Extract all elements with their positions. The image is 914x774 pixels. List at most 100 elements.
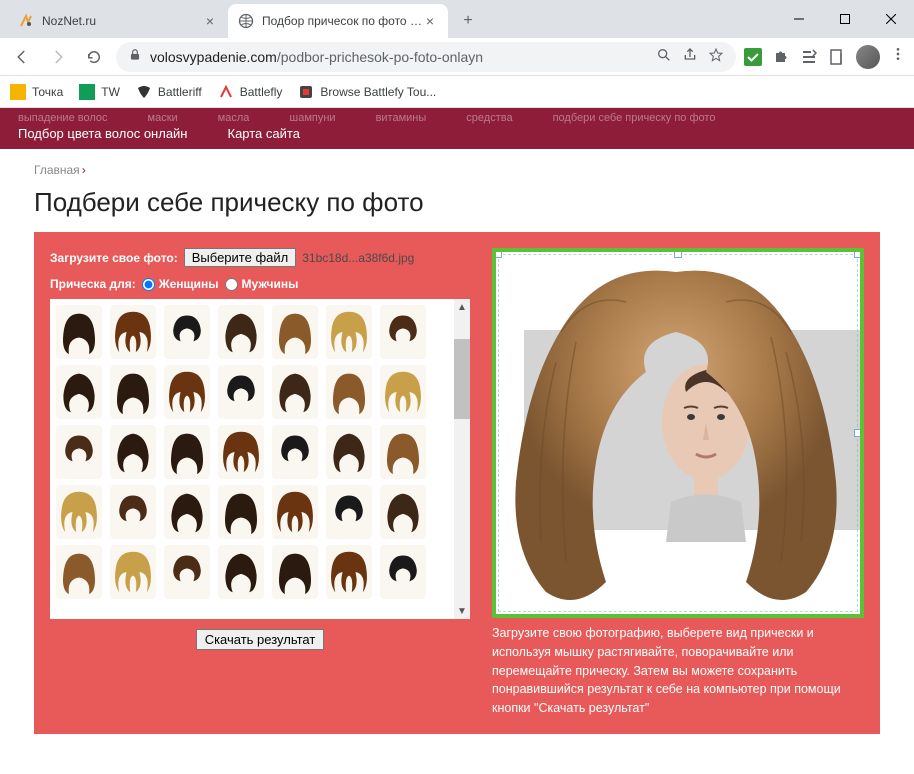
- hairstyle-thumb[interactable]: [110, 485, 156, 539]
- bookmark-item[interactable]: Battlefly: [218, 84, 283, 100]
- close-icon[interactable]: ×: [422, 13, 438, 29]
- nav-link[interactable]: подбери себе прическу по фото: [553, 112, 716, 124]
- hairstyle-thumb[interactable]: [164, 305, 210, 359]
- menu-icon[interactable]: [890, 46, 906, 67]
- close-window-button[interactable]: [868, 0, 914, 38]
- nav-link[interactable]: Подбор цвета волос онлайн: [18, 126, 188, 141]
- gender-male-radio[interactable]: [225, 278, 238, 291]
- share-icon[interactable]: [682, 47, 698, 66]
- upload-label: Загрузите свое фото:: [50, 251, 178, 265]
- hairstyle-thumb[interactable]: [326, 425, 372, 479]
- extension-check-icon[interactable]: [744, 48, 762, 66]
- back-button[interactable]: [8, 43, 36, 71]
- page-content: выпадение волос маски масла шампуни вита…: [0, 108, 914, 774]
- scrollbar-thumb[interactable]: [454, 339, 470, 419]
- extension-note-icon[interactable]: [828, 48, 846, 66]
- nav-link[interactable]: витамины: [376, 112, 427, 124]
- hairstyle-thumb[interactable]: [272, 365, 318, 419]
- star-icon[interactable]: [708, 47, 724, 66]
- hairstyle-thumb[interactable]: [110, 545, 156, 599]
- bookmark-label: Battlefly: [240, 85, 283, 99]
- resize-handle[interactable]: [494, 250, 502, 258]
- hairstyle-thumb[interactable]: [56, 545, 102, 599]
- favicon-globe: [238, 13, 254, 29]
- hairstyle-thumb[interactable]: [218, 545, 264, 599]
- hairstyle-thumb[interactable]: [272, 305, 318, 359]
- upload-row: Загрузите свое фото: Выберите файл 31bc1…: [50, 248, 470, 267]
- resize-handle[interactable]: [854, 429, 862, 437]
- close-icon[interactable]: ×: [202, 13, 218, 29]
- hairstyle-thumb[interactable]: [164, 425, 210, 479]
- choose-file-button[interactable]: Выберите файл: [184, 248, 296, 267]
- hairstyle-thumb[interactable]: [110, 305, 156, 359]
- extension-list-icon[interactable]: [800, 48, 818, 66]
- hairstyle-thumb[interactable]: [56, 425, 102, 479]
- maximize-button[interactable]: [822, 0, 868, 38]
- hairstyle-thumb[interactable]: [326, 485, 372, 539]
- nav-link[interactable]: выпадение волос: [18, 112, 108, 124]
- reload-button[interactable]: [80, 43, 108, 71]
- extension-puzzle-icon[interactable]: [772, 48, 790, 66]
- nav-link[interactable]: Карта сайта: [228, 126, 300, 141]
- hairstyle-thumb[interactable]: [326, 305, 372, 359]
- new-tab-button[interactable]: +: [454, 7, 482, 35]
- hairstyle-thumb[interactable]: [272, 425, 318, 479]
- hairstyle-thumb[interactable]: [218, 305, 264, 359]
- bookmark-item[interactable]: TW: [79, 84, 120, 100]
- nav-link[interactable]: масла: [218, 112, 250, 124]
- bookmark-icon: [79, 84, 95, 100]
- hairstyle-thumb[interactable]: [272, 545, 318, 599]
- address-bar[interactable]: volosvypadenie.com/podbor-prichesok-po-f…: [116, 42, 736, 72]
- hairstyle-thumb[interactable]: [164, 485, 210, 539]
- hairstyle-thumb[interactable]: [56, 485, 102, 539]
- bookmark-label: Battleriff: [158, 85, 202, 99]
- hairstyle-thumb[interactable]: [326, 545, 372, 599]
- gender-female-radio[interactable]: [142, 278, 155, 291]
- hairstyle-thumb[interactable]: [380, 365, 426, 419]
- gender-male-label: Мужчины: [242, 277, 299, 291]
- hairstyle-thumb[interactable]: [218, 425, 264, 479]
- profile-avatar[interactable]: [856, 45, 880, 69]
- hairstyle-thumb[interactable]: [164, 545, 210, 599]
- bookmark-item[interactable]: Точка: [10, 84, 63, 100]
- url-text: volosvypadenie.com/podbor-prichesok-po-f…: [150, 49, 483, 65]
- hairstyle-thumb[interactable]: [218, 365, 264, 419]
- browser-tab-1[interactable]: NozNet.ru ×: [8, 4, 228, 38]
- bookmark-item[interactable]: Browse Battlefy Tou...: [298, 84, 436, 100]
- scroll-up-icon[interactable]: ▲: [454, 299, 470, 315]
- hairstyle-thumb[interactable]: [110, 365, 156, 419]
- hairstyle-thumb[interactable]: [110, 425, 156, 479]
- hairstyle-thumb[interactable]: [272, 485, 318, 539]
- hairstyle-gallery[interactable]: [50, 299, 470, 619]
- hairstyle-thumb[interactable]: [380, 425, 426, 479]
- hairstyle-thumb[interactable]: [380, 485, 426, 539]
- hairstyle-thumb[interactable]: [56, 365, 102, 419]
- breadcrumb: Главная›: [0, 149, 914, 181]
- controls-column: Загрузите свое фото: Выберите файл 31bc1…: [50, 248, 470, 718]
- forward-button[interactable]: [44, 43, 72, 71]
- window-controls: [776, 0, 914, 38]
- nav-link[interactable]: средства: [466, 112, 512, 124]
- bookmark-label: Точка: [32, 85, 63, 99]
- scroll-down-icon[interactable]: ▼: [454, 603, 470, 619]
- hairstyle-thumb[interactable]: [326, 365, 372, 419]
- hairstyle-thumb[interactable]: [56, 305, 102, 359]
- preview-canvas[interactable]: [492, 248, 864, 618]
- bookmark-item[interactable]: Battleriff: [136, 84, 202, 100]
- hairstyle-thumb[interactable]: [218, 485, 264, 539]
- nav-link[interactable]: маски: [148, 112, 178, 124]
- breadcrumb-home[interactable]: Главная: [34, 163, 80, 177]
- browser-tab-2[interactable]: Подбор причесок по фото онла ×: [228, 4, 448, 38]
- download-result-button[interactable]: Скачать результат: [196, 629, 325, 650]
- hairstyle-thumb[interactable]: [380, 545, 426, 599]
- nav-link[interactable]: шампуни: [289, 112, 335, 124]
- hairstyle-thumb[interactable]: [164, 365, 210, 419]
- resize-handle[interactable]: [854, 250, 862, 258]
- minimize-button[interactable]: [776, 0, 822, 38]
- hairstyle-gallery-wrap: ▲ ▼: [50, 299, 470, 619]
- hairstyle-thumb[interactable]: [380, 305, 426, 359]
- zoom-icon[interactable]: [656, 47, 672, 66]
- extension-icons: [744, 45, 906, 69]
- resize-handle[interactable]: [674, 250, 682, 258]
- selection-box[interactable]: [498, 254, 858, 612]
